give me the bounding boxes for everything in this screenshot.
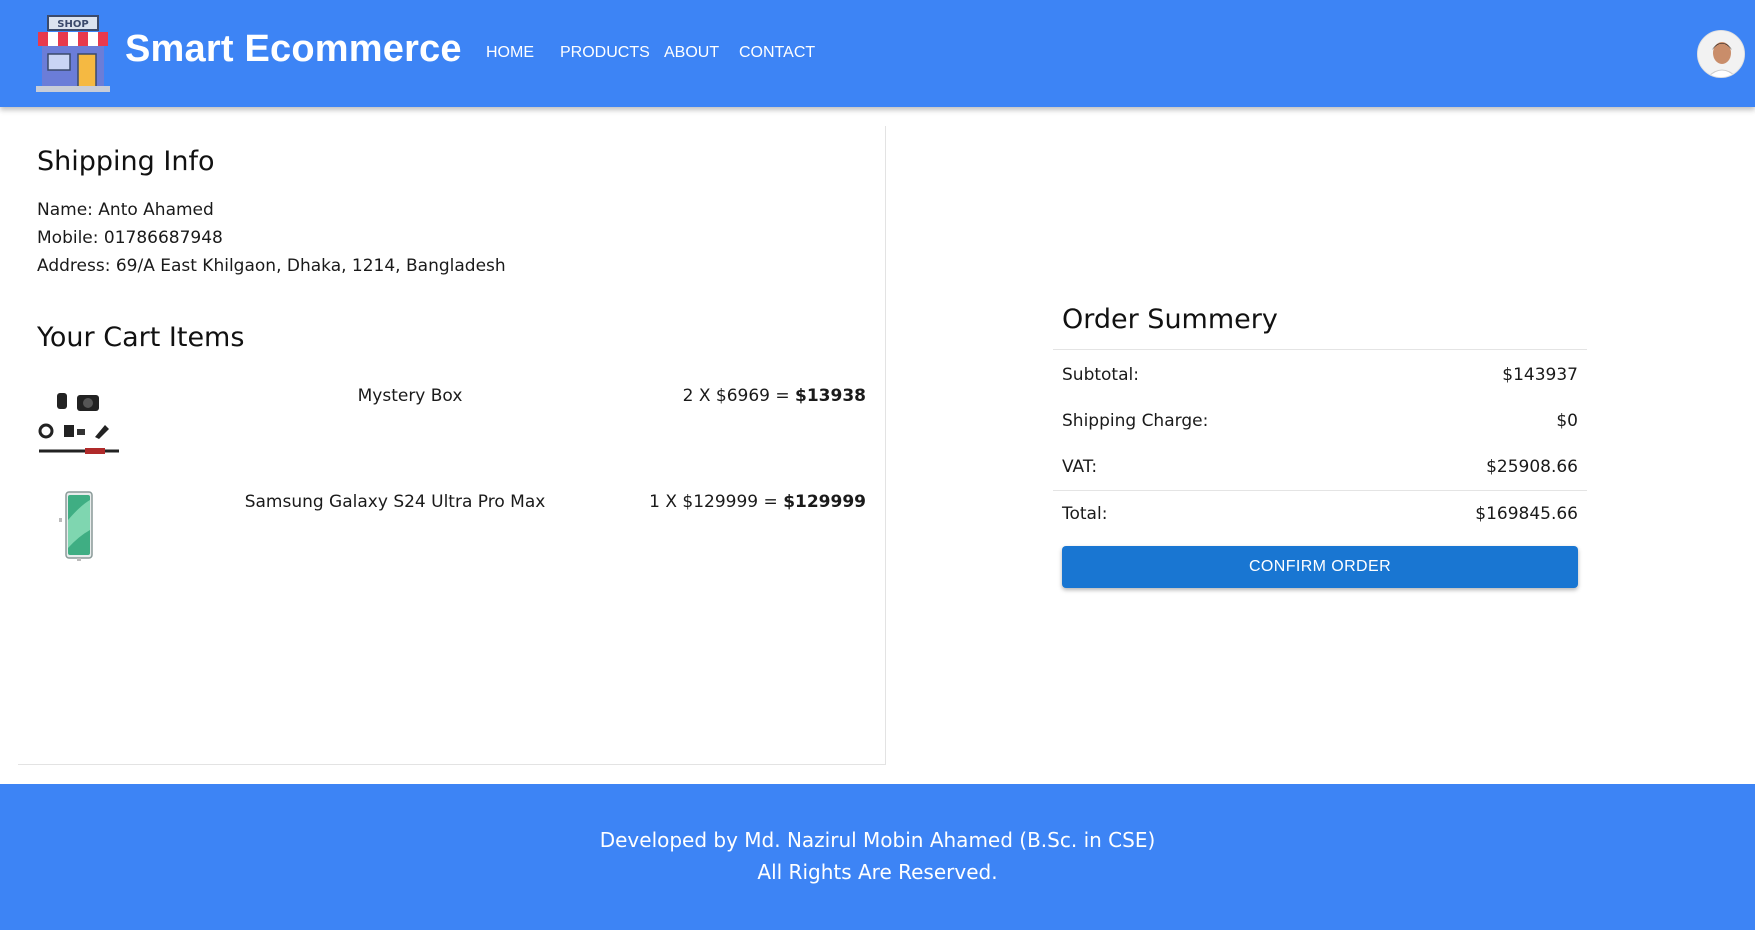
cart-item-qty-price: 1 X $129999 = [649,492,784,512]
brand-title[interactable]: Smart Ecommerce [125,28,462,71]
order-summary-title: Order Summery [1062,304,1278,335]
user-avatar[interactable] [1697,30,1745,78]
summary-divider [1053,349,1587,350]
shop-logo-icon[interactable]: SHOP [36,14,110,92]
app-footer: Developed by Md. Nazirul Mobin Ahamed (B… [0,784,1755,930]
phone-image[interactable] [37,490,121,562]
summary-divider [1053,490,1587,491]
total-label: Total: [1062,504,1108,524]
confirm-order-button[interactable]: CONFIRM ORDER [1062,546,1578,588]
shipping-cart-panel [18,126,886,765]
nav-products[interactable]: PRODUCTS [560,44,650,62]
logo-sign-text: SHOP [57,19,88,30]
subtotal-value: $143937 [1502,365,1578,385]
total-value: $169845.66 [1475,504,1578,524]
user-avatar-icon [1698,31,1744,77]
footer-rights: All Rights Are Reserved. [757,860,998,884]
camera-kit-image[interactable] [37,385,121,457]
shipping-address: Address: 69/A East Khilgaon, Dhaka, 1214… [37,256,506,276]
vat-label: VAT: [1062,457,1098,477]
shipping-charge-value: $0 [1556,411,1578,431]
cart-item-qty-price: 2 X $6969 = [682,386,796,406]
shipping-mobile: Mobile: 01786687948 [37,228,223,248]
nav-home[interactable]: HOME [486,44,534,62]
nav-contact[interactable]: CONTACT [739,44,815,62]
cart-item-total: $13938 [795,386,866,406]
shipping-charge-label: Shipping Charge: [1062,411,1209,431]
footer-credit: Developed by Md. Nazirul Mobin Ahamed (B… [599,828,1156,852]
cart-items-title: Your Cart Items [37,322,245,353]
shipping-info-title: Shipping Info [37,146,215,177]
cart-item-price: 1 X $129999 = $129999 [649,492,866,512]
shipping-name: Name: Anto Ahamed [37,200,214,220]
app-header: SHOP Smart Ecommerce HOME PRODUCTS ABOUT… [0,0,1755,107]
vat-value: $25908.66 [1486,457,1578,477]
nav-about[interactable]: ABOUT [664,44,719,62]
cart-item-name[interactable]: Samsung Galaxy S24 Ultra Pro Max [230,492,560,512]
cart-item-total: $129999 [783,492,866,512]
subtotal-label: Subtotal: [1062,365,1139,385]
cart-item-price: 2 X $6969 = $13938 [683,386,866,406]
cart-item-name[interactable]: Mystery Box [310,386,510,406]
